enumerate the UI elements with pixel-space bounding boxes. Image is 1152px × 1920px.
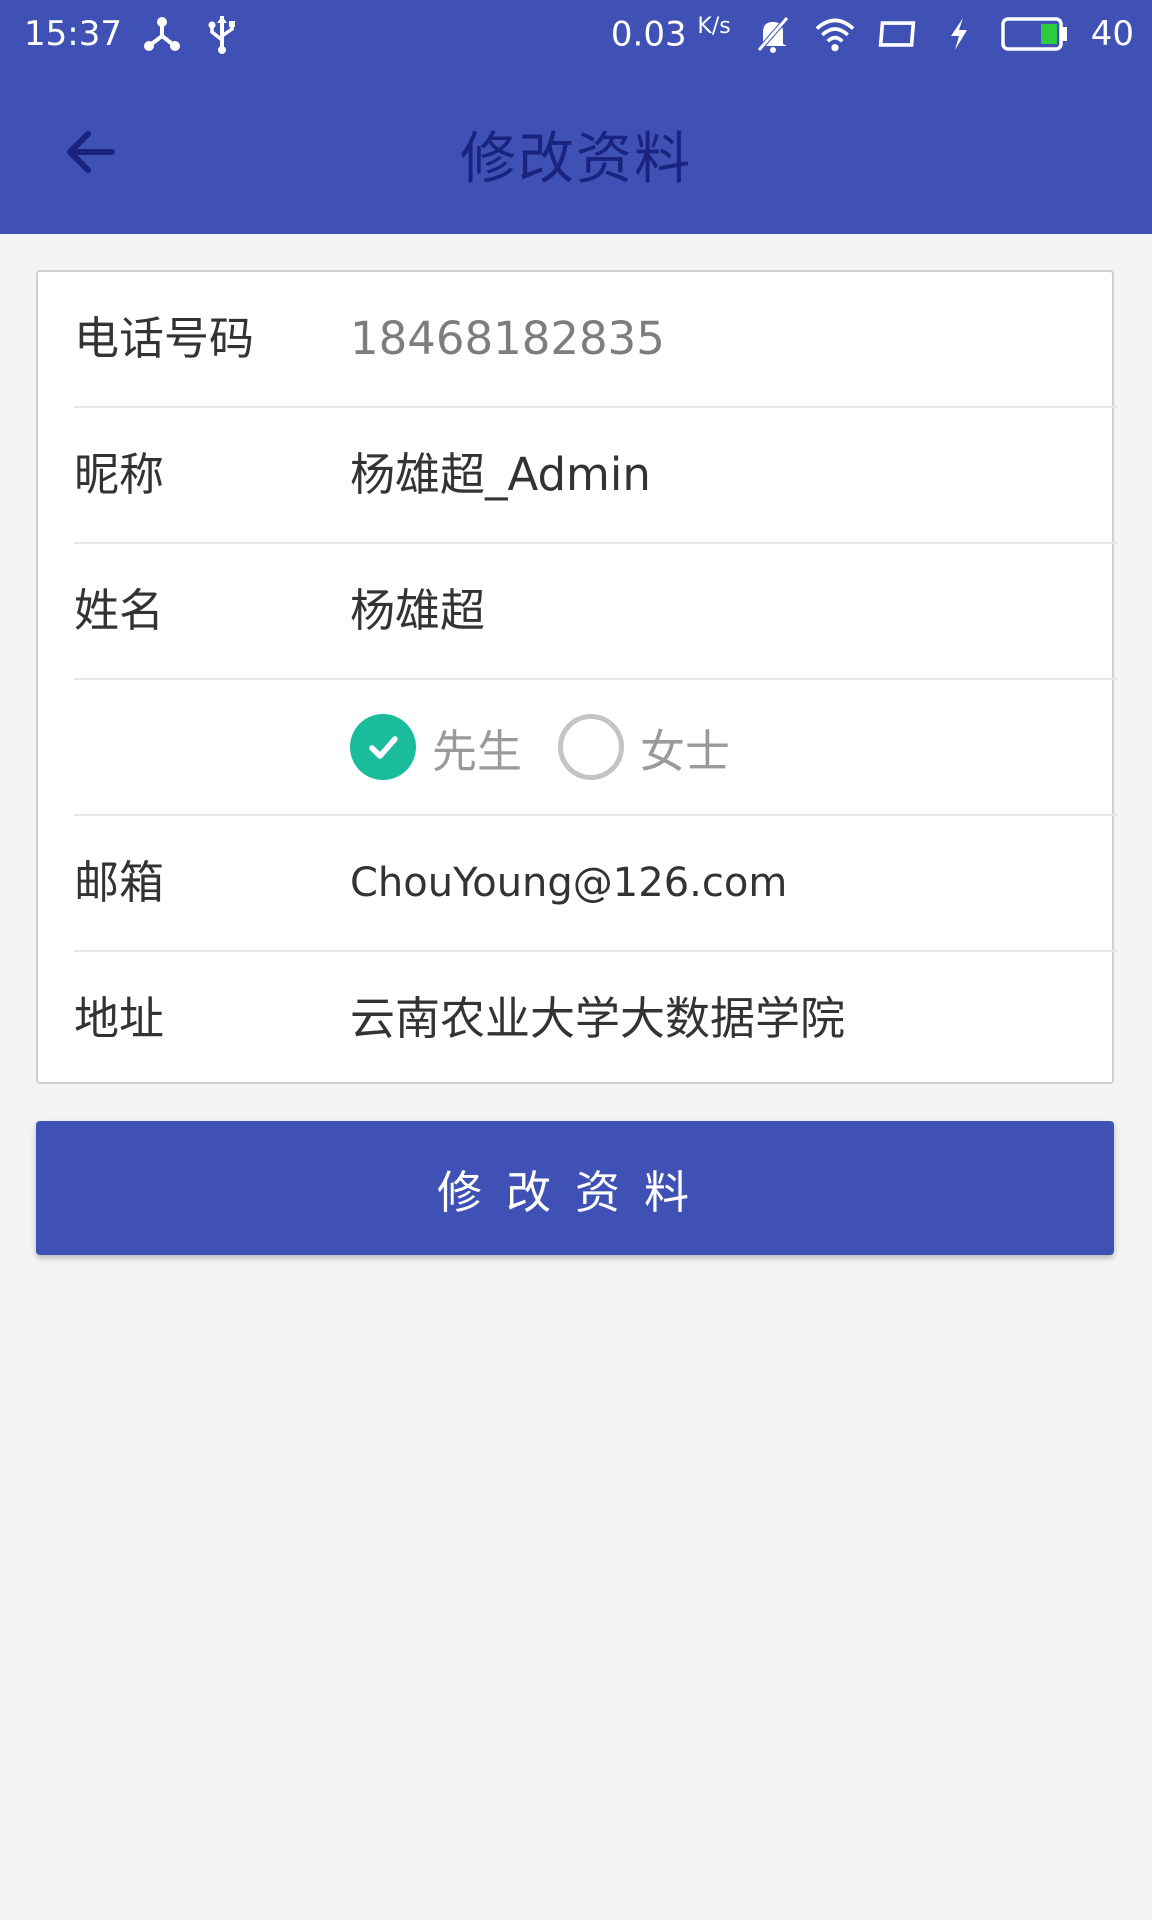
- address-row: 地址 云南农业大学大数据学院: [74, 952, 1118, 1088]
- gender-radio-ms[interactable]: 女士: [558, 714, 730, 780]
- screen-icon: [877, 12, 917, 56]
- name-field[interactable]: 杨雄超: [350, 544, 485, 678]
- nickname-row: 昵称 杨雄超_Admin: [74, 408, 1118, 544]
- name-row: 姓名 杨雄超: [74, 544, 1118, 680]
- email-row: 邮箱 ChouYoung@126.com: [74, 816, 1118, 952]
- save-profile-button[interactable]: 修改资料: [36, 1121, 1114, 1255]
- share-icon: [142, 12, 182, 56]
- gender-radio-mr[interactable]: 先生: [350, 714, 522, 780]
- phone-row: 电话号码 18468182835: [74, 272, 1118, 408]
- app-bar: 修改资料: [0, 72, 1152, 234]
- gender-row: 先生 女士: [74, 680, 1118, 816]
- charging-icon: [939, 12, 979, 56]
- battery-icon: [1000, 14, 1069, 54]
- battery-level: 40: [1090, 14, 1134, 54]
- gender-radio-group: 先生 女士: [350, 680, 766, 814]
- network-speed: 0.03 K/s: [610, 13, 731, 55]
- page-title: 修改资料: [460, 127, 692, 192]
- email-label: 邮箱: [74, 856, 165, 909]
- gender-option-label: 先生: [432, 724, 523, 778]
- nickname-label: 昵称: [74, 448, 165, 501]
- address-label: 地址: [74, 992, 165, 1045]
- address-field[interactable]: 云南农业大学大数据学院: [350, 952, 845, 1086]
- phone-label: 电话号码: [74, 312, 255, 365]
- wifi-icon: [815, 12, 855, 56]
- phone-value: 18468182835: [350, 312, 665, 365]
- mute-icon: [753, 12, 793, 56]
- status-time: 15:37: [24, 14, 122, 54]
- checkmark-icon: [350, 714, 416, 780]
- usb-icon: [202, 12, 242, 56]
- email-field[interactable]: ChouYoung@126.com: [350, 816, 787, 950]
- profile-form-card: 电话号码 18468182835 昵称 杨雄超_Admin 姓名 杨雄超 先生 …: [36, 270, 1118, 1084]
- gender-option-label: 女士: [640, 724, 731, 778]
- status-bar: 15:37 0.03 K/s 40: [0, 0, 1152, 72]
- radio-unchecked-icon: [558, 714, 625, 780]
- name-label: 姓名: [74, 584, 165, 637]
- nickname-field[interactable]: 杨雄超_Admin: [350, 408, 651, 542]
